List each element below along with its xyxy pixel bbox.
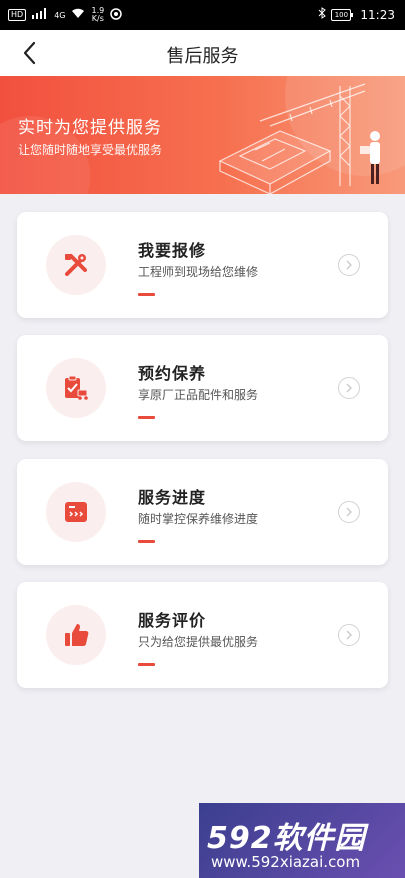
wifi-icon [71,8,85,22]
card-title: 预约保养 [138,364,207,383]
watermark: 592软件园 www.592xiazai.com [199,803,405,878]
chevron-right-icon [346,630,352,640]
app-notification-icon [110,7,122,23]
battery-icon: 100 [331,8,354,21]
watermark-brand: 592软件园 [207,821,366,856]
bluetooth-icon [318,7,327,22]
card-subtitle: 工程师到现场给您维修 [138,265,259,279]
card-subtitle: 随时掌控保养维修进度 [138,512,259,526]
status-bar: HD 4G 1.9 K/s 100 11:23 [0,0,405,30]
card-title: 服务进度 [138,488,207,507]
card-title: 服务评价 [138,611,207,630]
status-time: 11:23 [360,7,395,22]
card-icon-wrap [46,235,106,295]
thumbs-up-icon [65,624,89,646]
wrench-screwdriver-icon [65,254,87,276]
card-accent-bar [138,540,155,543]
hd-indicator: HD [8,9,27,21]
chevron-right-icon [346,383,352,393]
signal-icon [32,8,48,22]
card-arrow [338,624,360,646]
banner-title: 实时为您提供服务 [18,118,162,138]
card-arrow [338,501,360,523]
card-accent-bar [138,293,155,296]
chevron-right-icon [346,260,352,270]
card-arrow [338,254,360,276]
status-right: 100 11:23 [318,7,395,22]
nav-bar: 售后服务 [0,30,405,76]
battery-level: 100 [334,10,349,19]
status-left: HD 4G 1.9 K/s [8,7,122,23]
card-title: 我要报修 [138,241,207,260]
card-accent-bar [138,416,155,419]
card-subtitle: 只为给您提供最优服务 [138,635,259,649]
page-title: 售后服务 [166,46,239,67]
service-card-maintenance[interactable]: 预约保养 享原厂正品配件和服务 [17,335,388,441]
network-type: 4G [54,10,66,20]
card-icon-wrap [46,358,106,418]
hero-banner: 实时为您提供服务 让您随时随地享受最优服务 [0,76,405,194]
banner-subtitle: 让您随时随地享受最优服务 [18,143,163,157]
service-card-review[interactable]: 服务评价 只为给您提供最优服务 [17,582,388,688]
card-accent-bar [138,663,155,666]
service-card-progress[interactable]: 服务进度 随时掌控保养维修进度 [17,459,388,565]
card-icon-wrap [46,482,106,542]
card-arrow [338,377,360,399]
network-speed: 1.9 K/s [91,7,104,23]
card-subtitle: 享原厂正品配件和服务 [138,388,259,402]
card-icon-wrap [46,605,106,665]
progress-window-icon [65,502,87,522]
clipboard-truck-icon [65,375,88,400]
construction-illustration-icon [218,83,380,194]
network-speed-unit: K/s [91,14,104,23]
watermark-url: www.592xiazai.com [211,853,361,871]
chevron-right-icon [346,507,352,517]
service-card-repair[interactable]: 我要报修 工程师到现场给您维修 [17,212,388,318]
